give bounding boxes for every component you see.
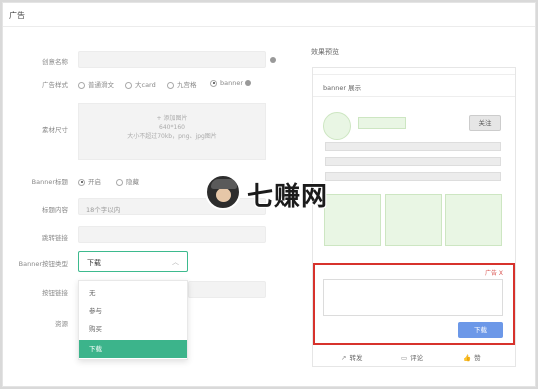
button-link-label: 按钮链接	[42, 289, 68, 297]
watermark: 七赚网	[205, 174, 335, 214]
watermark-text: 七赚网	[247, 182, 329, 212]
radio-icon	[167, 81, 174, 89]
preview-tab[interactable]: banner 展示	[313, 74, 515, 97]
ad-style-option-3[interactable]: banner	[210, 79, 252, 87]
dropdown-option-buy[interactable]: 购买	[79, 320, 187, 338]
name-placeholder	[358, 117, 406, 129]
upload-add-text: + 添加图片	[156, 115, 188, 122]
button-link-input[interactable]	[188, 281, 266, 298]
creative-name-input[interactable]	[78, 51, 266, 68]
like-action[interactable]: 👍 赞	[463, 352, 481, 362]
upload-hint-text: 大小不超过70kb，png、jpg图片	[127, 133, 217, 140]
ad-style-option-2[interactable]: 九宫格	[167, 79, 197, 89]
preview-panel: banner 展示 关注 广告 X 下载 ↗ 转发 ▭ 评论 👍 赞	[312, 67, 516, 367]
window-title: 广告	[9, 11, 25, 20]
button-type-dropdown: 无 参与 购买 下载	[78, 280, 188, 360]
banner-title-label: Banner标题	[31, 178, 68, 186]
banner-title-option-on[interactable]: 开启	[78, 176, 101, 186]
text-line-placeholder	[325, 172, 501, 181]
radio-icon	[78, 81, 85, 89]
ad-style-label: 广告样式	[42, 81, 68, 89]
radio-icon	[125, 81, 132, 89]
material-size-label: 素材尺寸	[42, 126, 68, 134]
comment-icon: ▭	[401, 354, 408, 362]
button-type-value: 下载	[87, 259, 101, 267]
creative-name-label: 创意名称	[42, 58, 68, 66]
title-bar: 广告	[3, 3, 535, 27]
action-bar: ↗ 转发 ▭ 评论 👍 赞	[313, 347, 515, 365]
material-label: 资源	[55, 320, 68, 328]
ad-style-option-1[interactable]: 大card	[125, 79, 156, 89]
radio-checked-icon	[210, 79, 217, 87]
title-content-label: 标题内容	[42, 206, 68, 214]
image-upload-area[interactable]: + 添加图片 640*160 大小不超过70kb，png、jpg图片	[78, 103, 266, 160]
info-icon[interactable]	[245, 80, 252, 86]
like-icon: 👍	[463, 354, 472, 362]
dropdown-option-join[interactable]: 参与	[79, 302, 187, 320]
radio-icon	[116, 178, 123, 186]
watermark-logo-icon	[205, 174, 241, 210]
dropdown-option-download[interactable]: 下载	[79, 340, 187, 358]
image-placeholder	[385, 194, 442, 246]
jump-link-label: 跳转链接	[42, 234, 68, 242]
ad-close-tag[interactable]: 广告 X	[485, 268, 503, 277]
avatar-placeholder	[323, 112, 351, 140]
upload-size-text: 640*160	[159, 124, 185, 131]
preview-title: 效果预览	[311, 48, 339, 56]
share-action[interactable]: ↗ 转发	[341, 352, 362, 362]
share-icon: ↗	[341, 354, 347, 362]
text-line-placeholder	[325, 157, 501, 166]
chevron-up-icon: ︿	[172, 258, 179, 266]
image-placeholder	[445, 194, 502, 246]
comment-action[interactable]: ▭ 评论	[401, 352, 423, 362]
info-icon[interactable]	[270, 57, 276, 63]
radio-checked-icon	[78, 178, 85, 186]
text-line-placeholder	[325, 142, 501, 151]
ad-content-area	[323, 279, 503, 316]
follow-button[interactable]: 关注	[469, 115, 501, 131]
ad-style-option-0[interactable]: 普通滑文	[78, 79, 114, 89]
banner-title-option-hide[interactable]: 隐藏	[116, 176, 139, 186]
dropdown-option-none[interactable]: 无	[79, 284, 187, 302]
ad-banner-highlight: 广告 X 下载	[313, 263, 515, 345]
button-type-select[interactable]: 下载 ︿	[78, 251, 188, 272]
button-type-label: Banner按钮类型	[18, 260, 68, 268]
jump-link-input[interactable]	[78, 226, 266, 243]
download-button[interactable]: 下载	[458, 322, 503, 338]
